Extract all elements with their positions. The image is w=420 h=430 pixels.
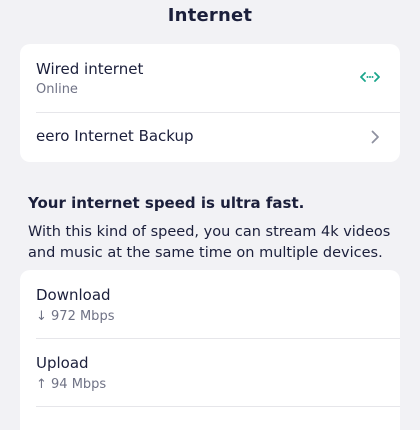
- upload-label: Upload: [36, 354, 89, 372]
- download-value: ↓ 972 Mbps: [36, 309, 115, 324]
- row-divider: [36, 406, 400, 407]
- internet-backup-row[interactable]: eero Internet Backup: [20, 112, 400, 162]
- wired-connection-icon: [360, 72, 380, 82]
- wired-internet-label: Wired internet: [36, 60, 144, 78]
- page-title: Internet: [167, 5, 253, 26]
- internet-backup-label: eero Internet Backup: [36, 127, 194, 145]
- upload-value: ↑ 94 Mbps: [36, 377, 107, 392]
- speed-description: With this kind of speed, you can stream …: [28, 224, 391, 261]
- speed-card: Download ↓ 972 Mbps Upload ↑ 94 Mbps: [20, 270, 400, 430]
- chevron-right-icon: [371, 130, 379, 144]
- speed-heading: Your internet speed is ultra fast.: [28, 194, 305, 212]
- wired-internet-row[interactable]: Wired internet Online: [20, 44, 400, 112]
- connection-card: Wired internet Online eero Internet Back…: [20, 44, 400, 162]
- wired-internet-status: Online: [36, 82, 78, 97]
- upload-row[interactable]: Upload ↑ 94 Mbps: [20, 338, 400, 406]
- download-row[interactable]: Download ↓ 972 Mbps: [20, 270, 400, 338]
- download-label: Download: [36, 286, 111, 304]
